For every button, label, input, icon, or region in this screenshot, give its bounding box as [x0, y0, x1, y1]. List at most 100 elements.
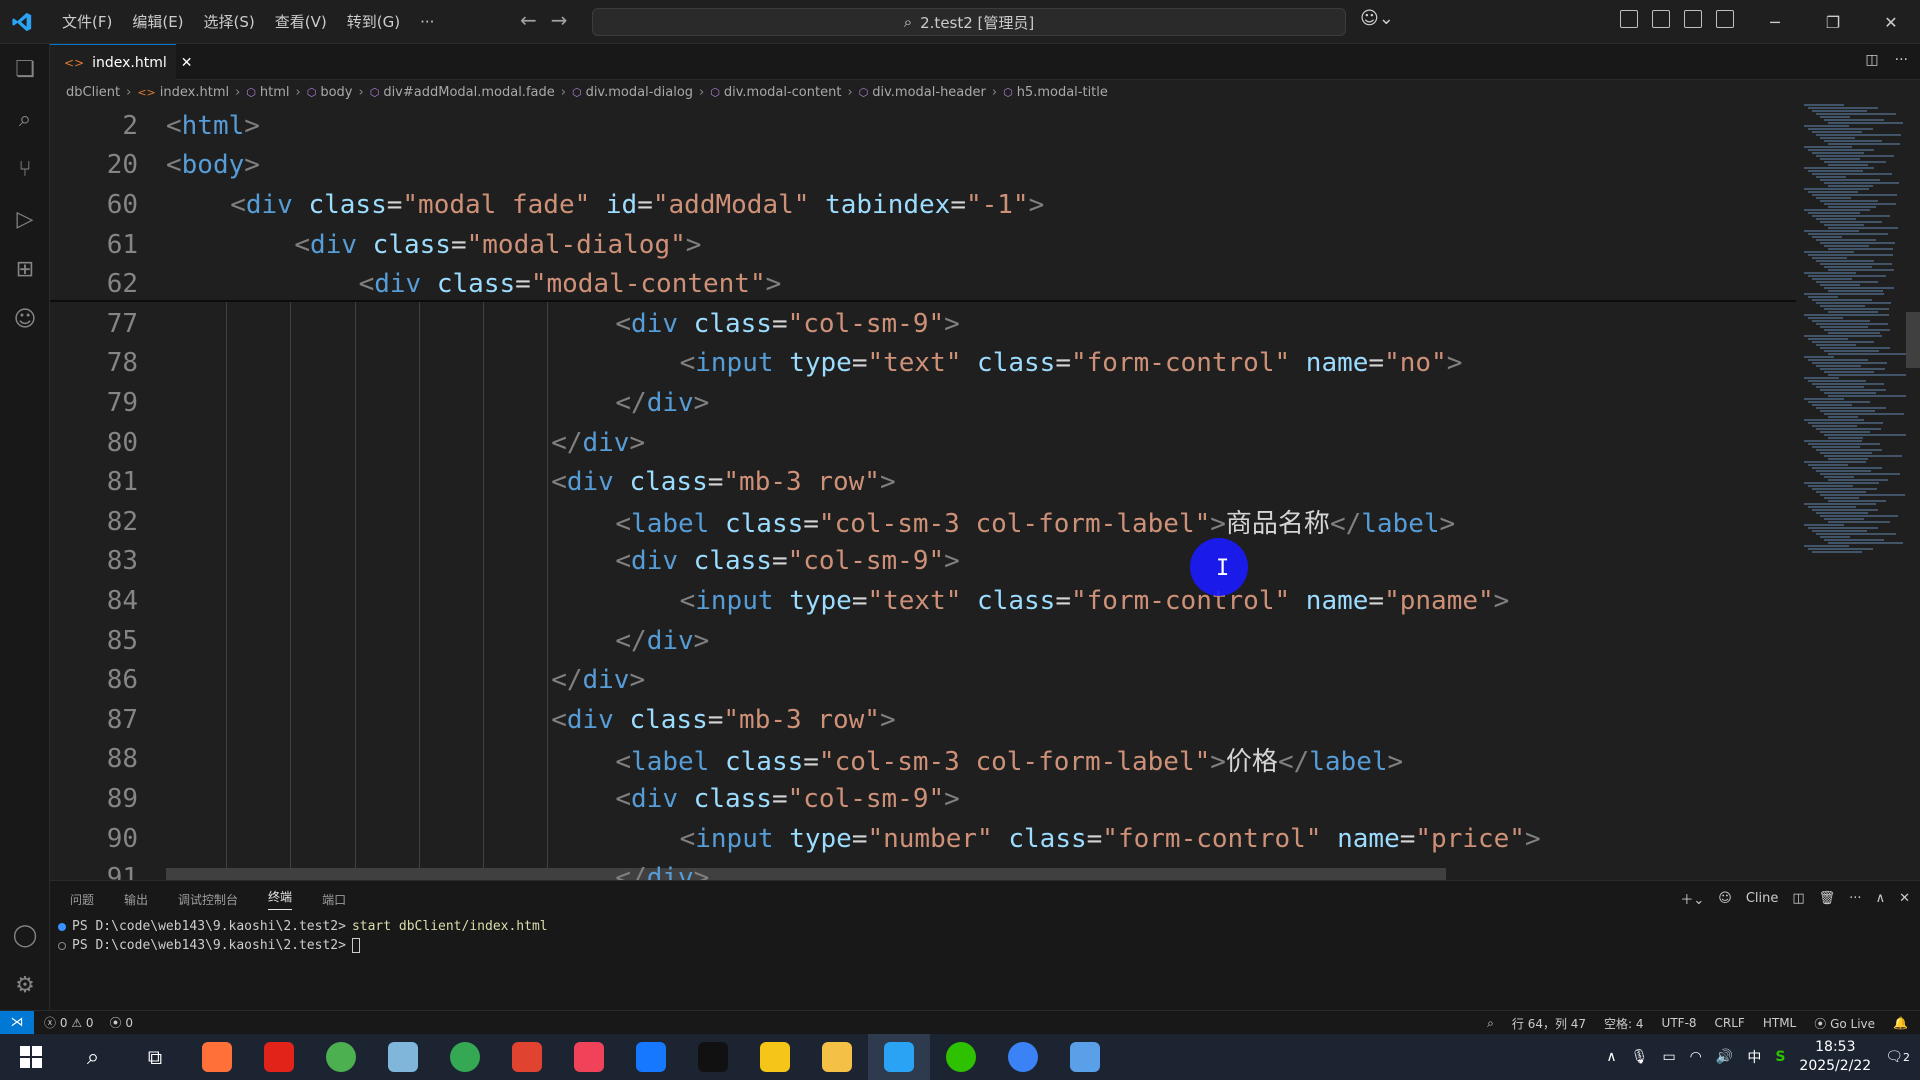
ports-indicator[interactable]: ⦿ 0 — [110, 1014, 133, 1031]
breadcrumb-item[interactable]: html — [260, 85, 290, 100]
new-terminal-icon[interactable]: ＋⌄ — [1680, 889, 1704, 908]
code-line[interactable]: 60 <div class="modal fade" id="addModal" … — [50, 185, 1796, 225]
code-line[interactable]: 90 <input type="number" class="form-contr… — [50, 819, 1796, 859]
breadcrumb-item[interactable]: h5.modal-title — [1017, 85, 1108, 100]
split-terminal-icon[interactable]: ◫ — [1792, 891, 1804, 906]
app-blue-icon[interactable] — [620, 1034, 682, 1080]
remote-desktop-icon[interactable] — [1054, 1034, 1116, 1080]
code-line[interactable]: 89 <div class="col-sm-9"> — [50, 779, 1796, 819]
tab-output[interactable]: 输出 — [124, 891, 148, 908]
vscode-icon[interactable] — [868, 1034, 930, 1080]
vertical-scrollbar[interactable] — [1906, 104, 1920, 880]
tab-problems[interactable]: 问题 — [70, 891, 94, 908]
code-line[interactable]: 84 <input type="text" class="form-control… — [50, 581, 1796, 621]
customize-layout-icon[interactable] — [1620, 10, 1638, 28]
remote-icon[interactable]: ⋊ — [0, 1010, 34, 1035]
split-editor-icon[interactable]: ◫ — [1865, 52, 1878, 68]
close-tab-icon[interactable]: ✕ — [181, 55, 193, 71]
code-line[interactable]: 62 <div class="modal-content"> — [50, 264, 1796, 304]
code-line[interactable]: 80 </div> — [50, 423, 1796, 463]
explorer-icon[interactable] — [806, 1034, 868, 1080]
cline-label[interactable]: Cline — [1746, 891, 1779, 906]
language-mode[interactable]: HTML — [1763, 1016, 1796, 1030]
line-ending[interactable]: CRLF — [1715, 1016, 1745, 1030]
zoom-icon[interactable]: ⌕ — [1487, 1016, 1494, 1031]
back-arrow-icon[interactable]: ← — [520, 8, 537, 32]
wps-icon[interactable] — [248, 1034, 310, 1080]
code-line[interactable]: 2 <html> — [50, 106, 1796, 146]
chrome-icon[interactable] — [310, 1034, 372, 1080]
terminal-icon[interactable] — [682, 1034, 744, 1080]
gear-icon[interactable]: ⚙ — [0, 960, 50, 1010]
microphone-icon[interactable]: 🎙 — [1631, 1049, 1649, 1065]
copilot-chat-icon[interactable]: ☺ — [0, 294, 50, 344]
account-icon[interactable]: ◯ — [0, 910, 50, 960]
task-view-icon[interactable]: ⧉ — [124, 1034, 186, 1080]
code-line[interactable]: 87 <div class="mb-3 row"> — [50, 700, 1796, 740]
code-line[interactable]: 77 <div class="col-sm-9"> — [50, 304, 1796, 344]
forward-arrow-icon[interactable]: → — [551, 8, 568, 32]
tab-ports[interactable]: 端口 — [322, 891, 346, 908]
tab-terminal[interactable]: 终端 — [268, 888, 293, 910]
search-icon[interactable]: ⌕ — [62, 1034, 124, 1080]
wechat-icon[interactable] — [930, 1034, 992, 1080]
trash-icon[interactable]: 🗑 — [1819, 891, 1836, 906]
app-circle-icon[interactable] — [992, 1034, 1054, 1080]
code-line[interactable]: 86 </div> — [50, 660, 1796, 700]
terminal[interactable]: PS D:\code\web143\9.kaoshi\2.test2> star… — [50, 917, 1920, 955]
encoding[interactable]: UTF-8 — [1662, 1016, 1697, 1030]
tab-debug-console[interactable]: 调试控制台 — [178, 891, 238, 908]
minimize-icon[interactable]: ─ — [1746, 0, 1804, 44]
problems-indicator[interactable]: ⓧ 0 ⚠ 0 — [44, 1014, 94, 1031]
scrollbar-thumb[interactable] — [1906, 312, 1920, 368]
cursor-position[interactable]: 行 64，列 47 — [1512, 1015, 1586, 1032]
go-live-button[interactable]: ⦿ Go Live — [1814, 1015, 1875, 1032]
breadcrumb-item[interactable]: index.html — [160, 85, 229, 100]
code-line[interactable]: 88 <label class="col-sm-3 col-form-label"… — [50, 740, 1796, 780]
app-red-icon[interactable] — [558, 1034, 620, 1080]
maximize-panel-icon[interactable]: ∧ — [1876, 891, 1886, 906]
code-line[interactable]: 20 <body> — [50, 146, 1796, 186]
explorer-icon[interactable]: ❏ — [0, 44, 50, 94]
clock[interactable]: 18:53 2025/2/22 — [1799, 1038, 1871, 1076]
volume-icon[interactable]: 🔊 — [1716, 1049, 1733, 1065]
more-actions-icon[interactable]: ··· — [1895, 52, 1908, 68]
command-center[interactable]: ⌕ 2.test2 [管理员] — [592, 8, 1346, 36]
menu-selection[interactable]: 选择(S) — [194, 0, 265, 44]
chrome-dev-icon[interactable] — [434, 1034, 496, 1080]
tab-index-html[interactable]: <> index.html ✕ — [50, 44, 193, 80]
close-panel-icon[interactable]: ✕ — [1899, 891, 1910, 906]
menu-view[interactable]: 查看(V) — [265, 0, 337, 44]
code-line[interactable]: 79 </div> — [50, 383, 1796, 423]
toggle-secondary-sidebar-icon[interactable] — [1716, 10, 1734, 28]
code-editor[interactable]: 2 <html> 20 <body> 60 <div class="modal fade"… — [50, 104, 1796, 880]
bell-icon[interactable]: 🔔 — [1893, 1016, 1908, 1030]
wifi-icon[interactable]: ◠ — [1690, 1049, 1702, 1065]
menu-edit[interactable]: 编辑(E) — [122, 0, 193, 44]
ime-indicator[interactable]: 中 — [1747, 1047, 1761, 1067]
code-line[interactable]: 78 <input type="text" class="form-control… — [50, 344, 1796, 384]
toggle-panel-icon[interactable] — [1684, 10, 1702, 28]
toggle-sidebar-icon[interactable] — [1652, 10, 1670, 28]
search-icon[interactable]: ⌕ — [0, 94, 50, 144]
code-line[interactable]: 85 </div> — [50, 621, 1796, 661]
firefox-icon[interactable] — [186, 1034, 248, 1080]
code-line[interactable]: 91 </div> — [50, 858, 1796, 880]
source-control-icon[interactable]: ⑂ — [0, 144, 50, 194]
run-debug-icon[interactable]: ▷ — [0, 194, 50, 244]
hbuilder-icon[interactable] — [496, 1034, 558, 1080]
notification-icon[interactable]: 🗨2 — [1885, 1049, 1910, 1065]
windows-start-icon[interactable] — [0, 1034, 62, 1080]
menu-go[interactable]: 转到(G) — [337, 0, 410, 44]
breadcrumb-item[interactable]: div.modal-header — [872, 85, 986, 100]
menu-file[interactable]: 文件(F) — [52, 0, 122, 44]
minimap[interactable] — [1796, 104, 1913, 880]
code-line[interactable]: 82 <label class="col-sm-3 col-form-label"… — [50, 502, 1796, 542]
more-actions-icon[interactable]: ··· — [1849, 891, 1861, 906]
restore-icon[interactable]: ❐ — [1804, 0, 1862, 44]
breadcrumb-item[interactable]: div.modal-dialog — [586, 85, 693, 100]
breadcrumb-item[interactable]: div#addModal.modal.fade — [383, 85, 554, 100]
menu-more[interactable]: ··· — [410, 0, 444, 44]
vscode-icon[interactable] — [0, 0, 44, 44]
battery-icon[interactable]: ▭ — [1662, 1049, 1675, 1065]
